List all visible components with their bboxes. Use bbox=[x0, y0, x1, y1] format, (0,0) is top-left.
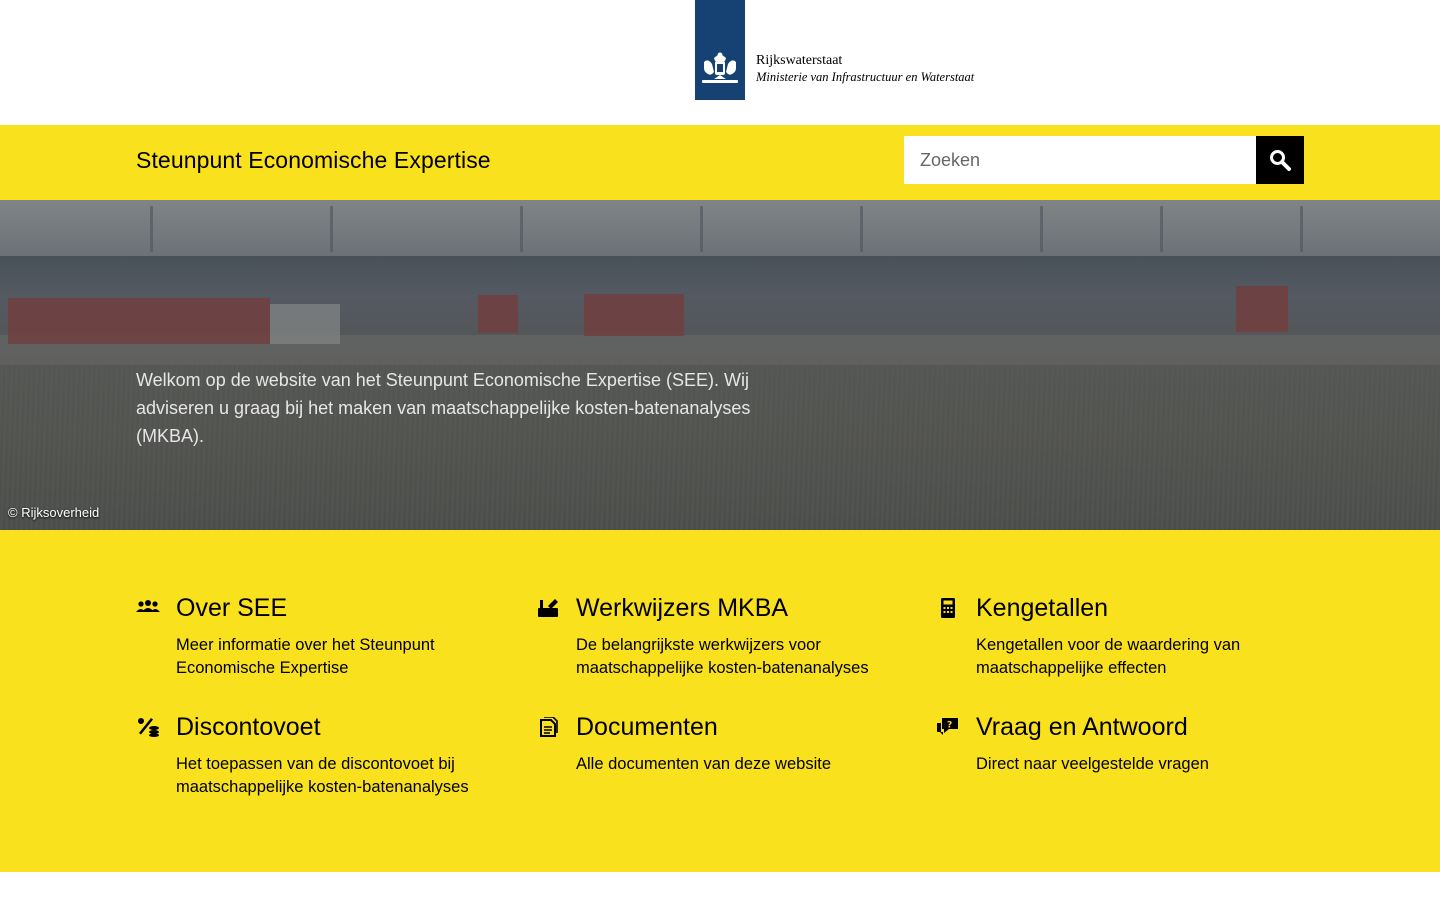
calculator-icon bbox=[941, 598, 955, 618]
search-icon bbox=[1270, 150, 1291, 171]
tile-title: Kengetallen bbox=[976, 594, 1109, 622]
hero-banner: Welkom op de website van het Steunpunt E… bbox=[0, 200, 1440, 530]
svg-text:?: ? bbox=[947, 721, 952, 731]
tile-description: Het toepassen van de discontovoet bij ma… bbox=[176, 755, 469, 796]
org-name: Rijkswaterstaat bbox=[756, 53, 843, 68]
tile-title: Vraag en Antwoord bbox=[976, 713, 1188, 741]
tile-title: Werkwijzers MKBA bbox=[576, 594, 789, 622]
hero-intro-text: Welkom op de website van het Steunpunt E… bbox=[136, 370, 751, 446]
hero-overlay bbox=[0, 200, 1440, 530]
tile-title: Documenten bbox=[576, 713, 718, 741]
site-title-link[interactable]: Steunpunt Economische Expertise bbox=[136, 147, 491, 174]
logo-header: Rijkswaterstaat Ministerie van Infrastru… bbox=[0, 0, 1440, 125]
question-chat-icon: ? bbox=[937, 718, 958, 735]
page-footer-space bbox=[0, 872, 1440, 900]
document-icon bbox=[540, 717, 558, 737]
ministry-name: Ministerie van Infrastructuur en Waterst… bbox=[756, 70, 975, 84]
navigation-tiles: Over SEE Meer informatie over het Steunp… bbox=[0, 530, 1440, 872]
tile-title: Discontovoet bbox=[176, 713, 321, 741]
search-button[interactable] bbox=[1256, 136, 1304, 184]
rijksoverheid-logo[interactable] bbox=[695, 0, 745, 100]
percent-coins-icon bbox=[138, 718, 159, 737]
logo-wordmark: Rijkswaterstaat Ministerie van Infrastru… bbox=[756, 52, 974, 86]
people-icon bbox=[136, 600, 160, 612]
site-title-bar: Steunpunt Economische Expertise bbox=[0, 125, 1440, 200]
tile-title: Over SEE bbox=[176, 594, 288, 622]
tile-description: De belangrijkste werkwijzers voor maatsc… bbox=[576, 636, 869, 677]
tile-description: Alle documenten van deze website bbox=[576, 755, 831, 773]
tile-description: Kengetallen voor de waardering van maats… bbox=[976, 636, 1241, 677]
tile-description: Direct naar veelgestelde vragen bbox=[976, 755, 1209, 773]
image-credit: © Rijksoverheid bbox=[8, 505, 100, 520]
search-input[interactable] bbox=[904, 136, 1256, 184]
tile-description: Meer informatie over het Steunpunt Econo… bbox=[176, 636, 435, 677]
toolbox-icon bbox=[538, 599, 558, 617]
coat-of-arms-icon bbox=[702, 52, 738, 83]
